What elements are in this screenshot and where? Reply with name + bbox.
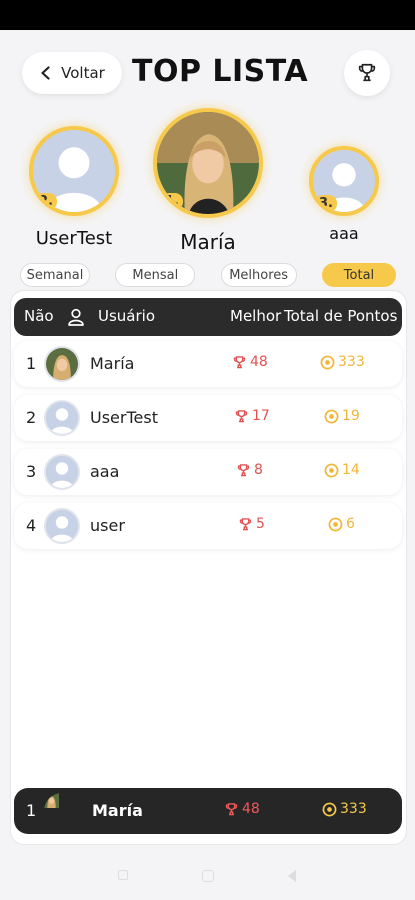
status-bar — [0, 0, 415, 30]
coin-icon — [322, 802, 337, 816]
podium-name: María — [180, 230, 236, 254]
back-button[interactable]: Voltar — [22, 52, 122, 94]
row-best-value: 8 — [254, 462, 263, 478]
coin-icon — [320, 355, 335, 369]
row-points-value: 6 — [346, 516, 355, 532]
row-rank: 4 — [26, 516, 37, 535]
trophy-icon — [233, 355, 246, 368]
row-username: UserTest — [90, 408, 158, 427]
row-points-value: 19 — [342, 408, 360, 424]
avatar — [44, 400, 80, 436]
table-row[interactable]: 4 user 5 6 — [14, 503, 402, 549]
row-best: 48 — [224, 801, 260, 817]
period-tabs: Semanal Mensal Melhores Total — [20, 263, 396, 287]
person-placeholder-icon — [46, 456, 78, 488]
row-rank: 2 — [26, 408, 37, 427]
home-icon[interactable] — [202, 870, 214, 882]
row-points: 333 — [322, 801, 367, 817]
column-total: Total de Pontos — [284, 307, 398, 325]
row-rank: 1 — [26, 801, 37, 820]
row-points: 14 — [324, 462, 360, 478]
avatar: 1. — [153, 108, 263, 218]
row-points-value: 333 — [338, 354, 365, 370]
row-best-value: 48 — [250, 354, 268, 370]
user-icon — [68, 308, 84, 326]
tab-melhores[interactable]: Melhores — [220, 263, 297, 287]
row-points-value: 14 — [342, 462, 360, 478]
row-points: 333 — [320, 354, 365, 370]
column-user: Usuário — [98, 307, 156, 325]
avatar: 3. — [309, 146, 379, 216]
row-rank: 1 — [26, 354, 37, 373]
row-best: 48 — [232, 354, 268, 370]
row-best: 17 — [234, 408, 270, 424]
tab-total[interactable]: Total — [321, 263, 396, 287]
row-best-value: 48 — [242, 801, 260, 817]
trophy-icon — [237, 463, 250, 476]
system-nav-bar — [0, 852, 415, 900]
table-header: Não Usuário Melhor Total de Pontos — [14, 298, 402, 336]
user-photo — [46, 348, 78, 380]
avatar: 2. — [29, 126, 119, 216]
row-best: 5 — [238, 516, 265, 532]
trophy-icon — [239, 517, 252, 530]
trophy-icon — [235, 409, 248, 422]
row-username: María — [92, 801, 143, 820]
rank-badge: 3. — [315, 195, 337, 212]
table-row[interactable]: 1 María 48 333 — [14, 341, 402, 387]
trophy-icon — [358, 63, 376, 82]
avatar — [44, 508, 80, 544]
tab-mensal[interactable]: Mensal — [115, 263, 196, 287]
podium-first[interactable]: 1. María — [148, 108, 268, 254]
page-title: TOP LISTA — [132, 54, 309, 89]
row-points-value: 333 — [340, 801, 367, 817]
chevron-left-icon — [41, 66, 50, 80]
row-username: aaa — [90, 462, 120, 481]
table-row[interactable]: 3 aaa 8 14 — [14, 449, 402, 495]
person-placeholder-icon — [46, 402, 78, 434]
row-points: 19 — [324, 408, 360, 424]
row-best-value: 17 — [252, 408, 270, 424]
trophy-icon — [225, 802, 238, 815]
trophy-button[interactable] — [344, 50, 390, 96]
avatar — [44, 454, 80, 490]
column-rank: Não — [24, 307, 54, 325]
podium-third[interactable]: 3. aaa — [304, 146, 384, 243]
row-rank: 3 — [26, 462, 37, 481]
row-username: María — [90, 354, 135, 373]
podium-name: UserTest — [35, 228, 113, 249]
tab-semanal[interactable]: Semanal — [20, 263, 90, 287]
back-button-label: Voltar — [61, 64, 105, 82]
coin-icon — [328, 517, 343, 531]
avatar — [44, 346, 80, 382]
column-best: Melhor — [230, 307, 282, 325]
table-row[interactable]: 2 UserTest 17 19 — [14, 395, 402, 441]
podium-name: aaa — [329, 224, 359, 243]
rank-badge: 1. — [161, 193, 183, 210]
recents-icon[interactable] — [118, 870, 128, 880]
avatar — [44, 793, 80, 829]
coin-icon — [324, 463, 339, 477]
coin-icon — [324, 409, 339, 423]
current-user-row[interactable]: 1 María 48 333 — [14, 788, 402, 834]
user-photo — [44, 793, 59, 808]
row-best-value: 5 — [256, 516, 265, 532]
row-username: user — [90, 516, 125, 535]
podium-second[interactable]: 2. UserTest — [22, 126, 126, 249]
back-nav-icon[interactable] — [288, 870, 296, 882]
rank-badge: 2. — [35, 193, 57, 210]
row-best: 8 — [236, 462, 263, 478]
row-points: 6 — [328, 516, 355, 532]
person-placeholder-icon — [46, 510, 78, 542]
